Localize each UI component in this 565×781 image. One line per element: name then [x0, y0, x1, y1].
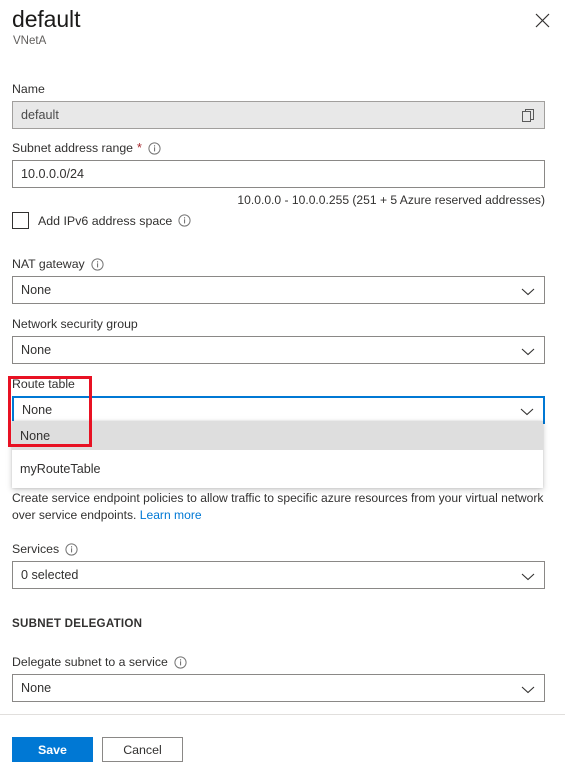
network-security-group-label: Network security group [12, 317, 138, 331]
copy-icon[interactable] [521, 108, 536, 123]
nat-gateway-dropdown[interactable]: None [12, 276, 545, 304]
route-table-label: Route table [12, 377, 75, 391]
subnet-address-range-value: 10.0.0.0/24 [21, 167, 85, 181]
save-button[interactable]: Save [12, 737, 93, 762]
ipv6-checkbox-group[interactable]: Add IPv6 address space [12, 212, 545, 229]
add-ipv6-label: Add IPv6 address space [38, 214, 191, 228]
chevron-down-icon [521, 346, 535, 356]
info-icon[interactable] [174, 655, 187, 669]
delegate-subnet-label: Delegate subnet to a service [12, 654, 545, 670]
subnet-delegation-section-title: SUBNET DELEGATION [12, 617, 143, 630]
subnet-address-range-hint: 10.0.0.0 - 10.0.0.255 (251 + 5 Azure res… [237, 193, 545, 207]
route-table-dropdown[interactable]: None [12, 396, 545, 424]
route-table-option-list: None myRouteTable [12, 421, 543, 488]
page-subtitle: VNetA [13, 35, 47, 47]
learn-more-link[interactable]: Learn more [140, 508, 202, 522]
network-security-group-value: None [21, 343, 52, 357]
services-label: Services [12, 541, 545, 557]
info-icon[interactable] [178, 214, 191, 227]
subnet-address-range-label: Subnet address range * [12, 140, 545, 156]
network-security-group-dropdown[interactable]: None [12, 336, 545, 364]
delegate-subnet-dropdown[interactable]: None [12, 674, 545, 702]
name-input[interactable]: default [12, 101, 545, 129]
required-marker: * [137, 141, 142, 155]
service-endpoints-description: Create service endpoint policies to allo… [12, 490, 545, 524]
route-table-option-none[interactable]: None [12, 421, 543, 450]
footer-divider [0, 714, 565, 715]
chevron-down-icon [521, 286, 535, 296]
services-dropdown[interactable]: 0 selected [12, 561, 545, 589]
panel-header: default VNetA [0, 0, 565, 62]
close-button[interactable] [530, 8, 554, 32]
service-endpoints-text: Create service endpoint policies to allo… [12, 491, 544, 522]
info-icon[interactable] [91, 257, 104, 271]
subnet-address-range-group: Subnet address range * 10.0.0.0/24 10.0.… [12, 140, 545, 208]
chevron-down-icon [521, 684, 535, 694]
services-group: Services 0 selected [12, 541, 545, 589]
info-icon[interactable] [65, 542, 78, 556]
route-table-group: Route table None [12, 376, 545, 424]
delegate-subnet-group: Delegate subnet to a service None [12, 654, 545, 702]
name-value: default [21, 108, 59, 122]
page-title: default [12, 6, 81, 32]
delegate-subnet-value: None [21, 681, 52, 695]
cancel-button[interactable]: Cancel [102, 737, 183, 762]
close-icon [535, 13, 550, 28]
network-security-group-group: Network security group None [12, 316, 545, 364]
nat-gateway-value: None [21, 283, 52, 297]
add-ipv6-checkbox[interactable] [12, 212, 29, 229]
footer-actions: Save Cancel [12, 737, 183, 762]
name-label: Name [12, 82, 45, 96]
subnet-edit-panel: default VNetA Name default Subnet addres… [0, 0, 565, 781]
services-value: 0 selected [21, 568, 79, 582]
route-table-value: None [22, 403, 53, 417]
route-table-option-myroutetable[interactable]: myRouteTable [12, 450, 543, 488]
nat-gateway-label: NAT gateway [12, 256, 545, 272]
name-field-group: Name default [12, 81, 545, 129]
chevron-down-icon [520, 406, 534, 416]
chevron-down-icon [521, 571, 535, 581]
info-icon[interactable] [148, 141, 161, 155]
nat-gateway-group: NAT gateway None [12, 256, 545, 304]
subnet-address-range-input[interactable]: 10.0.0.0/24 [12, 160, 545, 188]
